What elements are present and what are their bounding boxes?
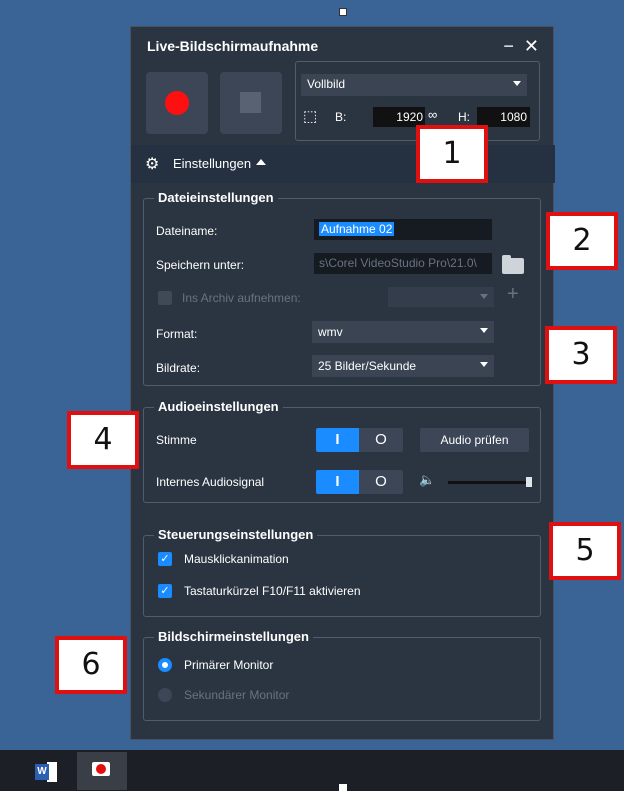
chevron-down-icon (480, 362, 488, 367)
width-label: B: (335, 110, 347, 124)
file-settings-group: Dateieinstellungen Dateiname: Aufnahme 0… (143, 190, 541, 386)
primary-monitor-label: Primärer Monitor (184, 658, 274, 672)
primary-monitor-radio[interactable] (158, 658, 172, 672)
speaker-icon: 🔈 (419, 472, 436, 487)
chevron-down-icon (480, 294, 488, 299)
screen-capture-taskbar-button[interactable] (77, 752, 127, 790)
format-label: Format: (156, 327, 198, 341)
record-button[interactable] (146, 72, 208, 134)
audio-test-button[interactable]: Audio prüfen (420, 428, 529, 452)
gear-icon: ⚙ (145, 156, 160, 173)
internal-audio-label: Internes Audiosignal (156, 475, 265, 489)
callout-1: 1 (416, 125, 488, 183)
format-dropdown[interactable]: wmv (312, 321, 494, 343)
window-title: Live-Bildschirmaufnahme (147, 38, 319, 54)
settings-label: Einstellungen (173, 156, 252, 171)
secondary-monitor-radio[interactable] (158, 688, 172, 702)
word-taskbar-icon[interactable]: W (35, 762, 61, 782)
link-icon[interactable]: ∞ (428, 107, 437, 122)
internal-audio-toggle-on[interactable]: I (316, 470, 359, 494)
framerate-label: Bildrate: (156, 361, 201, 375)
camera-icon (92, 762, 110, 776)
chevron-up-icon (256, 159, 266, 165)
live-screen-capture-window: Live-Bildschirmaufnahme − ✕ Vollbild ⬚ B… (130, 26, 555, 740)
format-value: wmv (318, 325, 343, 339)
callout-5: 5 (549, 522, 621, 580)
select-area-icon[interactable]: ⬚ (303, 107, 317, 125)
voice-toggle[interactable]: I O (316, 428, 403, 452)
width-input[interactable]: 1920 (373, 107, 425, 127)
filename-input[interactable]: Aufnahme 02 (314, 219, 492, 240)
control-settings-title: Steuerungseinstellungen (154, 527, 318, 542)
close-button[interactable]: ✕ (524, 36, 539, 57)
framerate-dropdown[interactable]: 25 Bilder/Sekunde (312, 355, 494, 377)
volume-slider[interactable] (448, 481, 528, 484)
plus-icon[interactable]: + (507, 283, 519, 306)
mouse-click-checkbox[interactable]: ✓ (158, 552, 172, 566)
screen-settings-group: Bildschirmeinstellungen Primärer Monitor… (143, 629, 541, 721)
internal-audio-toggle[interactable]: I O (316, 470, 403, 494)
settings-toggle-bar[interactable]: ⚙ Einstellungen (131, 145, 555, 183)
screen-settings-title: Bildschirmeinstellungen (154, 629, 313, 644)
mouse-click-label: Mausklickanimation (184, 552, 289, 566)
minimize-button[interactable]: − (503, 36, 514, 57)
chevron-down-icon (513, 81, 521, 86)
callout-2: 2 (546, 212, 618, 270)
internal-audio-toggle-off[interactable]: O (359, 470, 403, 494)
voice-label: Stimme (156, 433, 197, 447)
chevron-down-icon (480, 328, 488, 333)
stop-icon (240, 92, 261, 113)
record-icon (165, 91, 189, 115)
archive-checkbox[interactable] (158, 291, 172, 305)
volume-slider-thumb[interactable] (526, 477, 532, 487)
callout-3: 3 (545, 326, 617, 384)
stop-button[interactable] (220, 72, 282, 134)
callout-6: 6 (55, 636, 127, 694)
save-location-input[interactable]: s\Corel VideoStudio Pro\21.0\ (314, 253, 492, 274)
file-settings-title: Dateieinstellungen (154, 190, 278, 205)
height-input[interactable]: 1080 (477, 107, 530, 127)
control-settings-group: Steuerungseinstellungen ✓ Mausklickanima… (143, 527, 541, 617)
framerate-value: 25 Bilder/Sekunde (318, 359, 417, 373)
height-label: H: (458, 110, 470, 124)
archive-label: Ins Archiv aufnehmen: (182, 291, 301, 305)
resize-handle-top[interactable] (339, 8, 347, 16)
callout-4: 4 (67, 411, 139, 469)
voice-toggle-off[interactable]: O (359, 428, 403, 452)
voice-toggle-on[interactable]: I (316, 428, 359, 452)
resize-handle-bottom[interactable] (339, 784, 347, 791)
title-bar: Live-Bildschirmaufnahme − ✕ (131, 27, 553, 65)
capture-area-dropdown[interactable]: Vollbild (301, 74, 527, 96)
shortcut-label: Tastaturkürzel F10/F11 aktivieren (184, 584, 361, 598)
shortcut-checkbox[interactable]: ✓ (158, 584, 172, 598)
archive-dropdown[interactable] (388, 287, 494, 307)
filename-value: Aufnahme 02 (319, 222, 395, 236)
secondary-monitor-label: Sekundärer Monitor (184, 688, 290, 702)
save-location-label: Speichern unter: (156, 258, 245, 272)
capture-area-value: Vollbild (307, 77, 346, 91)
filename-label: Dateiname: (156, 224, 218, 238)
audio-settings-title: Audioeinstellungen (154, 399, 283, 414)
audio-settings-group: Audioeinstellungen Stimme I O Audio prüf… (143, 399, 541, 503)
folder-icon[interactable] (502, 255, 524, 274)
